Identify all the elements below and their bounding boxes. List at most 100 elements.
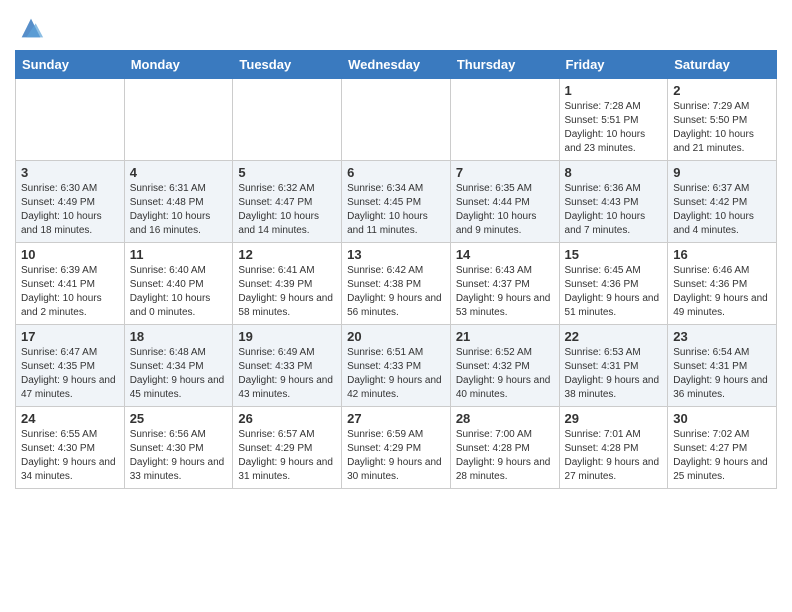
calendar-cell: 12 Sunrise: 6:41 AMSunset: 4:39 PMDayligh… xyxy=(233,243,342,325)
day-info: Sunrise: 7:01 AMSunset: 4:28 PMDaylight:… xyxy=(565,428,663,484)
calendar-cell: 30 Sunrise: 7:02 AMSunset: 4:27 PMDayligh… xyxy=(668,407,777,489)
calendar-cell: 1 Sunrise: 7:28 AMSunset: 5:51 PMDaylight… xyxy=(559,79,668,161)
day-info: Sunrise: 6:40 AMSunset: 4:40 PMDaylight:… xyxy=(130,264,228,320)
calendar-cell: 25Sunrise: 6:56 AMSunset: 4:30 PMDayligh… xyxy=(124,407,233,489)
calendar-table: SundayMondayTuesdayWednesdayThursdayFrid… xyxy=(15,50,777,489)
day-number: 10 xyxy=(21,247,119,262)
calendar-cell: 7 Sunrise: 6:35 AMSunset: 4:44 PMDaylight… xyxy=(450,161,559,243)
day-number: 14 xyxy=(456,247,554,262)
calendar-cell: 20 Sunrise: 6:51 AMSunset: 4:33 PMDayligh… xyxy=(342,325,451,407)
day-number: 19 xyxy=(238,329,336,344)
day-number: 20 xyxy=(347,329,445,344)
day-number: 15 xyxy=(565,247,663,262)
logo xyxy=(15,14,45,42)
day-info: Sunrise: 6:49 AMSunset: 4:33 PMDaylight:… xyxy=(238,346,336,402)
calendar-cell: 5 Sunrise: 6:32 AMSunset: 4:47 PMDaylight… xyxy=(233,161,342,243)
weekday-header-monday: Monday xyxy=(124,51,233,79)
calendar-cell xyxy=(233,79,342,161)
day-info: Sunrise: 6:53 AMSunset: 4:31 PMDaylight:… xyxy=(565,346,663,402)
day-number: 16 xyxy=(673,247,771,262)
weekday-header-friday: Friday xyxy=(559,51,668,79)
weekday-header-wednesday: Wednesday xyxy=(342,51,451,79)
calendar-cell: 11 Sunrise: 6:40 AMSunset: 4:40 PMDayligh… xyxy=(124,243,233,325)
day-info: Sunrise: 6:34 AMSunset: 4:45 PMDaylight:… xyxy=(347,182,445,238)
day-number: 29 xyxy=(565,411,663,426)
day-info: Sunrise: 6:36 AMSunset: 4:43 PMDaylight:… xyxy=(565,182,663,238)
weekday-header-sunday: Sunday xyxy=(16,51,125,79)
calendar-cell: 18 Sunrise: 6:48 AMSunset: 4:34 PMDayligh… xyxy=(124,325,233,407)
day-info: Sunrise: 6:32 AMSunset: 4:47 PMDaylight:… xyxy=(238,182,336,238)
day-number: 28 xyxy=(456,411,554,426)
calendar-week-row-2: 3 Sunrise: 6:30 AMSunset: 4:49 PMDaylight… xyxy=(16,161,777,243)
page-header xyxy=(15,10,777,42)
day-info: Sunrise: 6:52 AMSunset: 4:32 PMDaylight:… xyxy=(456,346,554,402)
day-info: Sunrise: 6:54 AMSunset: 4:31 PMDaylight:… xyxy=(673,346,771,402)
calendar-week-row-3: 10 Sunrise: 6:39 AMSunset: 4:41 PMDayligh… xyxy=(16,243,777,325)
day-number: 12 xyxy=(238,247,336,262)
calendar-cell xyxy=(342,79,451,161)
calendar-cell: 29 Sunrise: 7:01 AMSunset: 4:28 PMDayligh… xyxy=(559,407,668,489)
weekday-header-saturday: Saturday xyxy=(668,51,777,79)
calendar-cell xyxy=(16,79,125,161)
calendar-cell: 21 Sunrise: 6:52 AMSunset: 4:32 PMDayligh… xyxy=(450,325,559,407)
day-info: Sunrise: 6:46 AMSunset: 4:36 PMDaylight:… xyxy=(673,264,771,320)
day-info: Sunrise: 6:42 AMSunset: 4:38 PMDaylight:… xyxy=(347,264,445,320)
day-number: 30 xyxy=(673,411,771,426)
day-number: 21 xyxy=(456,329,554,344)
day-number: 6 xyxy=(347,165,445,180)
calendar-cell: 14 Sunrise: 6:43 AMSunset: 4:37 PMDayligh… xyxy=(450,243,559,325)
calendar-cell: 4 Sunrise: 6:31 AMSunset: 4:48 PMDaylight… xyxy=(124,161,233,243)
calendar-week-row-1: 1 Sunrise: 7:28 AMSunset: 5:51 PMDaylight… xyxy=(16,79,777,161)
calendar-cell: 3 Sunrise: 6:30 AMSunset: 4:49 PMDaylight… xyxy=(16,161,125,243)
day-number: 25 xyxy=(130,411,228,426)
day-info: Sunrise: 7:29 AMSunset: 5:50 PMDaylight:… xyxy=(673,100,771,156)
day-number: 5 xyxy=(238,165,336,180)
day-number: 1 xyxy=(565,83,663,98)
calendar-week-row-4: 17Sunrise: 6:47 AMSunset: 4:35 PMDayligh… xyxy=(16,325,777,407)
day-info: Sunrise: 6:39 AMSunset: 4:41 PMDaylight:… xyxy=(21,264,119,320)
calendar-cell: 19 Sunrise: 6:49 AMSunset: 4:33 PMDayligh… xyxy=(233,325,342,407)
day-number: 2 xyxy=(673,83,771,98)
calendar-cell: 8 Sunrise: 6:36 AMSunset: 4:43 PMDaylight… xyxy=(559,161,668,243)
day-info: Sunrise: 7:02 AMSunset: 4:27 PMDaylight:… xyxy=(673,428,771,484)
logo-icon xyxy=(17,14,45,42)
day-number: 22 xyxy=(565,329,663,344)
day-info: Sunrise: 6:30 AMSunset: 4:49 PMDaylight:… xyxy=(21,182,119,238)
calendar-cell: 10 Sunrise: 6:39 AMSunset: 4:41 PMDayligh… xyxy=(16,243,125,325)
day-info: Sunrise: 6:48 AMSunset: 4:34 PMDaylight:… xyxy=(130,346,228,402)
day-number: 23 xyxy=(673,329,771,344)
calendar-cell: 24 Sunrise: 6:55 AMSunset: 4:30 PMDayligh… xyxy=(16,407,125,489)
calendar-cell: 15Sunrise: 6:45 AMSunset: 4:36 PMDayligh… xyxy=(559,243,668,325)
day-info: Sunrise: 6:59 AMSunset: 4:29 PMDaylight:… xyxy=(347,428,445,484)
day-number: 27 xyxy=(347,411,445,426)
day-info: Sunrise: 6:55 AMSunset: 4:30 PMDaylight:… xyxy=(21,428,119,484)
calendar-cell: 27 Sunrise: 6:59 AMSunset: 4:29 PMDayligh… xyxy=(342,407,451,489)
calendar-cell xyxy=(450,79,559,161)
day-info: Sunrise: 6:31 AMSunset: 4:48 PMDaylight:… xyxy=(130,182,228,238)
day-number: 3 xyxy=(21,165,119,180)
day-number: 8 xyxy=(565,165,663,180)
day-number: 13 xyxy=(347,247,445,262)
weekday-header-row: SundayMondayTuesdayWednesdayThursdayFrid… xyxy=(16,51,777,79)
day-info: Sunrise: 6:43 AMSunset: 4:37 PMDaylight:… xyxy=(456,264,554,320)
day-number: 24 xyxy=(21,411,119,426)
calendar-cell xyxy=(124,79,233,161)
calendar-cell: 22 Sunrise: 6:53 AMSunset: 4:31 PMDayligh… xyxy=(559,325,668,407)
calendar-cell: 16 Sunrise: 6:46 AMSunset: 4:36 PMDayligh… xyxy=(668,243,777,325)
calendar-cell: 9 Sunrise: 6:37 AMSunset: 4:42 PMDaylight… xyxy=(668,161,777,243)
day-number: 4 xyxy=(130,165,228,180)
day-info: Sunrise: 7:28 AMSunset: 5:51 PMDaylight:… xyxy=(565,100,663,156)
calendar-cell: 2 Sunrise: 7:29 AMSunset: 5:50 PMDaylight… xyxy=(668,79,777,161)
day-number: 7 xyxy=(456,165,554,180)
day-info: Sunrise: 6:35 AMSunset: 4:44 PMDaylight:… xyxy=(456,182,554,238)
calendar-cell: 28Sunrise: 7:00 AMSunset: 4:28 PMDayligh… xyxy=(450,407,559,489)
calendar-cell: 26Sunrise: 6:57 AMSunset: 4:29 PMDayligh… xyxy=(233,407,342,489)
day-number: 18 xyxy=(130,329,228,344)
day-info: Sunrise: 6:51 AMSunset: 4:33 PMDaylight:… xyxy=(347,346,445,402)
day-info: Sunrise: 6:47 AMSunset: 4:35 PMDaylight:… xyxy=(21,346,119,402)
day-number: 11 xyxy=(130,247,228,262)
calendar-cell: 13 Sunrise: 6:42 AMSunset: 4:38 PMDayligh… xyxy=(342,243,451,325)
day-info: Sunrise: 6:41 AMSunset: 4:39 PMDaylight:… xyxy=(238,264,336,320)
day-info: Sunrise: 6:37 AMSunset: 4:42 PMDaylight:… xyxy=(673,182,771,238)
day-number: 9 xyxy=(673,165,771,180)
